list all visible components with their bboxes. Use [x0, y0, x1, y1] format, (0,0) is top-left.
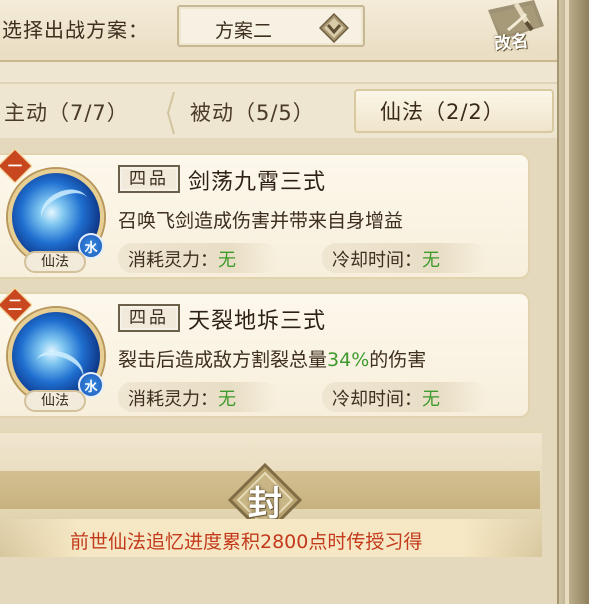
skill-type-tag: 仙法: [24, 251, 86, 273]
tab-immortal-arts[interactable]: 仙法（2/2）: [354, 89, 554, 133]
mana-cost: 消耗灵力：无: [118, 382, 278, 412]
tab-divider: [166, 91, 175, 135]
seal-character: 封: [248, 484, 282, 524]
skill-grade-badge: 四品: [118, 165, 180, 193]
rename-button[interactable]: 改名: [480, 0, 550, 58]
skill-description: 裂击后造成敌方割裂总量34%的伤害: [118, 349, 427, 371]
skill-name: 剑荡九霄三式: [188, 170, 327, 195]
skill-card[interactable]: 一 水 仙法 四品 剑荡九霄三式 召唤飞剑造成伤害并带来自身增益 消耗灵力：无 …: [0, 149, 530, 279]
plan-select-label: 选择出战方案：: [2, 18, 149, 42]
plan-select-dropdown[interactable]: 方案二: [177, 5, 365, 47]
unlock-condition-text: 前世仙法追忆进度累积2800点时传授习得: [70, 531, 423, 553]
cooldown: 冷却时间：无: [322, 243, 487, 273]
slot-number: 一: [8, 159, 22, 175]
skill-description: 召唤飞剑造成伤害并带来自身增益: [118, 210, 404, 232]
rename-button-label: 改名: [493, 31, 530, 55]
plan-select-value: 方案二: [215, 20, 273, 42]
mana-cost: 消耗灵力：无: [118, 243, 278, 273]
slot-number: 二: [8, 298, 22, 314]
tab-active-skills[interactable]: 主动（7/7）: [4, 92, 129, 132]
skill-category-tabs: 主动（7/7） 被动（5/5） 仙法（2/2）: [0, 82, 557, 136]
tab-passive-skills[interactable]: 被动（5/5）: [190, 92, 315, 132]
chevron-down-icon: [319, 13, 349, 43]
skill-type-tag: 仙法: [24, 390, 86, 412]
skill-grade-badge: 四品: [118, 304, 180, 332]
header-bar: 选择出战方案： 方案二 改名: [0, 0, 557, 62]
skill-name: 天裂地坼三式: [188, 309, 327, 334]
skill-card[interactable]: 二 水 仙法 四品 天裂地坼三式 裂击后造成敌方割裂总量34%的伤害 消耗灵力：…: [0, 288, 530, 418]
cooldown: 冷却时间：无: [322, 382, 487, 412]
right-frame-border: [557, 0, 589, 604]
